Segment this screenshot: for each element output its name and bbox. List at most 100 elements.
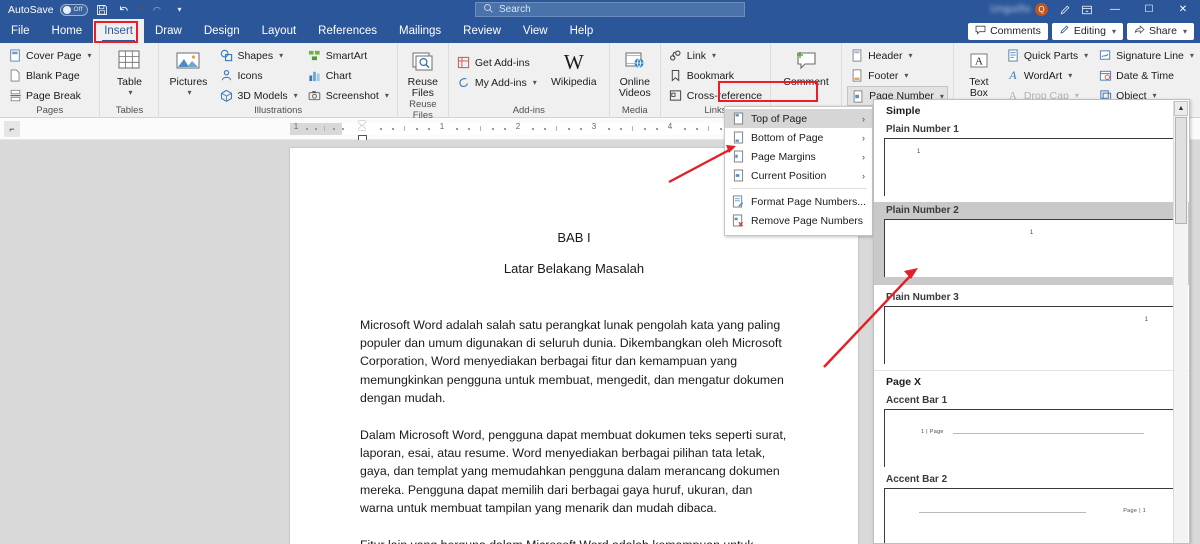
- undo-caret-icon[interactable]: ▾: [140, 5, 144, 14]
- pictures-button[interactable]: Pictures ▾: [164, 46, 212, 97]
- gallery-item-accent-bar-2[interactable]: Accent Bar 2 Page | 1: [874, 471, 1189, 543]
- tab-references[interactable]: References: [307, 19, 388, 43]
- screenshot-button[interactable]: Screenshot ▾: [305, 86, 392, 105]
- tab-file[interactable]: File: [0, 19, 41, 43]
- gallery-item-label: Plain Number 2: [886, 205, 959, 216]
- link-button[interactable]: Link ▾: [666, 46, 765, 65]
- gallery-item-plain-number-1[interactable]: Plain Number 1 1: [874, 121, 1189, 196]
- chart-button[interactable]: Chart: [305, 66, 392, 85]
- my-add-ins-button[interactable]: My Add-ins ▾: [454, 73, 540, 92]
- menu-item-label: Current Position: [751, 169, 827, 182]
- preview-page-number: 1 | Page: [921, 429, 944, 435]
- shapes-button[interactable]: Shapes ▾: [216, 46, 300, 65]
- wikipedia-button[interactable]: W Wikipedia: [544, 46, 604, 88]
- my-add-ins-label: My Add-ins: [474, 76, 527, 89]
- tab-design[interactable]: Design: [193, 19, 251, 43]
- gallery-scrollbar[interactable]: ▲: [1173, 101, 1188, 543]
- ribbon-group-tables: Table ▾ Tables: [99, 43, 158, 118]
- reuse-files-button[interactable]: Reuse Files: [403, 46, 443, 99]
- wordart-label: WordArt: [1023, 69, 1063, 82]
- menu-item-format-page-numbers[interactable]: Format Page Numbers...: [725, 192, 872, 211]
- customize-quick-access-toolbar-icon[interactable]: ▾: [172, 2, 188, 18]
- undo-icon[interactable]: [116, 2, 132, 18]
- wordart-button[interactable]: A WordArt ▾: [1003, 66, 1091, 85]
- new-comment-button[interactable]: Comment: [776, 46, 836, 88]
- menu-item-current-position[interactable]: Current Position ›: [725, 166, 872, 185]
- date-time-button[interactable]: Date & Time: [1095, 66, 1197, 85]
- cover-page-button[interactable]: Cover Page ▾: [5, 46, 94, 65]
- cross-reference-button[interactable]: Cross-reference: [666, 86, 765, 105]
- menu-item-page-margins[interactable]: Page Margins ›: [725, 147, 872, 166]
- table-button[interactable]: Table ▾: [105, 46, 153, 97]
- maximize-button[interactable]: ☐: [1132, 0, 1166, 19]
- page-number-gallery: Simple Plain Number 1 1 Plain Number 2 1…: [873, 99, 1190, 544]
- tab-view[interactable]: View: [512, 19, 559, 43]
- page-number-icon: [851, 89, 865, 103]
- preview-page-number: Page | 1: [1123, 508, 1146, 514]
- icons-button[interactable]: Icons: [216, 66, 300, 85]
- chevron-down-icon: ▾: [712, 51, 717, 60]
- cover-page-icon: [8, 49, 22, 63]
- online-videos-button[interactable]: Online Videos: [615, 46, 655, 99]
- chevron-down-icon: ▾: [904, 71, 909, 80]
- svg-text:A: A: [975, 56, 983, 68]
- tab-layout[interactable]: Layout: [251, 19, 308, 43]
- editing-button[interactable]: Editing ▾: [1051, 22, 1123, 40]
- tab-draw[interactable]: Draw: [144, 19, 193, 43]
- close-button[interactable]: ✕: [1166, 0, 1200, 19]
- header-button[interactable]: Header ▾: [847, 46, 948, 65]
- chevron-right-icon: ›: [862, 170, 865, 181]
- left-tab-stop-icon[interactable]: ⌐: [4, 121, 20, 137]
- search-box[interactable]: Search: [475, 2, 745, 17]
- menu-item-remove-page-numbers[interactable]: Remove Page Numbers: [725, 211, 872, 230]
- redo-icon: [150, 2, 166, 18]
- gallery-item-label: Accent Bar 1: [886, 395, 948, 406]
- blank-page-icon: [8, 69, 22, 83]
- quick-parts-button[interactable]: Quick Parts ▾: [1003, 46, 1091, 65]
- autosave-toggle[interactable]: Off: [59, 3, 88, 16]
- chevron-down-icon: ▾: [187, 88, 192, 98]
- tab-insert[interactable]: Insert: [93, 19, 144, 43]
- bookmark-button[interactable]: Bookmark: [666, 66, 765, 85]
- icons-icon: [219, 69, 233, 83]
- gallery-item-accent-bar-1[interactable]: Accent Bar 1 1 | Page: [874, 392, 1189, 467]
- tab-review[interactable]: Review: [452, 19, 512, 43]
- blank-page-label: Blank Page: [26, 69, 80, 82]
- chart-icon: [308, 69, 322, 83]
- gallery-item-plain-number-3[interactable]: Plain Number 3 1: [874, 289, 1189, 364]
- tab-help[interactable]: Help: [559, 19, 605, 43]
- menu-item-bottom-of-page[interactable]: Bottom of Page ›: [725, 128, 872, 147]
- 3d-models-button[interactable]: 3D Models ▾: [216, 86, 300, 105]
- scrollbar-thumb[interactable]: [1175, 117, 1187, 224]
- draw-icon[interactable]: [1054, 0, 1076, 19]
- ruler-number: 3: [591, 122, 597, 131]
- icons-label: Icons: [237, 69, 263, 82]
- ruler-number: 2: [515, 122, 521, 131]
- indent-marker[interactable]: [358, 121, 367, 137]
- share-button[interactable]: Share ▾: [1126, 22, 1194, 40]
- avatar[interactable]: Q: [1035, 3, 1048, 16]
- smartart-button[interactable]: SmartArt: [305, 46, 392, 65]
- header-label: Header: [868, 49, 903, 62]
- chevron-down-icon: ▾: [1182, 26, 1187, 36]
- minimize-button[interactable]: —: [1098, 0, 1132, 19]
- cross-reference-icon: [669, 89, 683, 103]
- signature-line-button[interactable]: Signature Line ▾: [1095, 46, 1197, 65]
- get-add-ins-button[interactable]: Get Add-ins: [454, 53, 540, 72]
- scroll-up-icon[interactable]: ▲: [1174, 101, 1188, 116]
- pencil-icon: [1059, 24, 1070, 38]
- gallery-item-plain-number-2[interactable]: Plain Number 2 1: [874, 202, 1189, 285]
- ruler-number: 1: [439, 122, 445, 131]
- text-box-icon: A: [967, 48, 991, 76]
- tab-mailings[interactable]: Mailings: [388, 19, 452, 43]
- wikipedia-label: Wikipedia: [551, 76, 597, 88]
- blank-page-button[interactable]: Blank Page: [5, 66, 94, 85]
- menu-item-top-of-page[interactable]: Top of Page ›: [725, 109, 872, 128]
- chevron-down-icon: ▾: [532, 78, 537, 87]
- ribbon-display-options-icon[interactable]: [1076, 0, 1098, 19]
- comments-button[interactable]: Comments: [968, 22, 1048, 40]
- save-icon[interactable]: [94, 2, 110, 18]
- page-break-button[interactable]: Page Break: [5, 86, 94, 105]
- footer-button[interactable]: Footer ▾: [847, 66, 948, 85]
- tab-home[interactable]: Home: [41, 19, 94, 43]
